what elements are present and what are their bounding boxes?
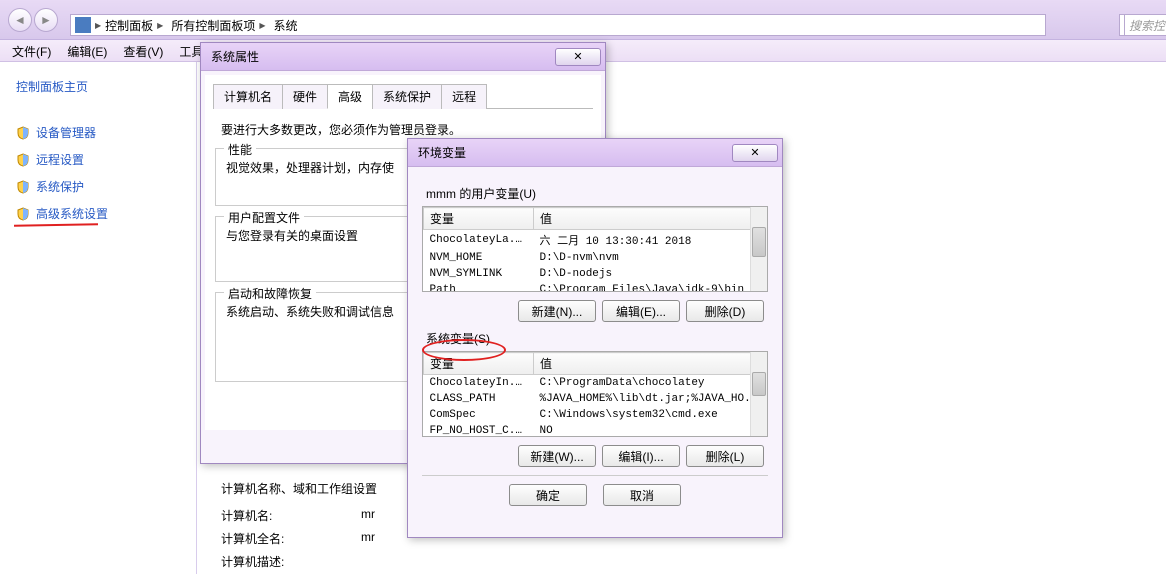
group-title: 启动和故障恢复 — [224, 285, 316, 302]
menu-file[interactable]: 文件(F) — [4, 40, 59, 61]
tab-remote[interactable]: 远程 — [441, 84, 487, 109]
link-system-protection[interactable]: 系统保护 — [0, 173, 196, 200]
panel-title[interactable]: 控制面板主页 — [0, 72, 196, 105]
shield-icon — [16, 207, 30, 221]
table-row[interactable]: ComSpecC:\Windows\system32\cmd.exe — [424, 407, 767, 423]
group-title: 用户配置文件 — [224, 209, 304, 226]
dialog-title-text: 环境变量 — [418, 144, 466, 161]
tab-computer-name[interactable]: 计算机名 — [213, 84, 283, 109]
link-remote-settings[interactable]: 远程设置 — [0, 146, 196, 173]
breadcrumb-seg[interactable]: 系统 — [270, 17, 302, 34]
info-label: 计算机全名: — [221, 530, 361, 547]
shield-icon — [16, 126, 30, 140]
shield-icon — [16, 180, 30, 194]
close-button[interactable]: ✕ — [555, 48, 601, 66]
system-vars-table[interactable]: 变量值 ChocolateyIn...C:\ProgramData\chocol… — [422, 351, 768, 437]
shield-icon — [16, 153, 30, 167]
explorer-titlebar: ◄ ► ▶ 控制面板▶ 所有控制面板项▶ 系统 ▾ ↻ 搜索控 — [0, 0, 1166, 40]
dialog-title-text: 系统属性 — [211, 48, 259, 65]
table-row[interactable]: ChocolateyLa...六 二月 10 13:30:41 2018 — [424, 230, 767, 251]
ok-button[interactable]: 确定 — [509, 484, 587, 506]
scrollbar[interactable] — [750, 207, 767, 291]
cancel-button[interactable]: 取消 — [603, 484, 681, 506]
group-title: 性能 — [224, 141, 256, 158]
edit-system-var-button[interactable]: 编辑(I)... — [602, 445, 680, 467]
control-panel-icon — [75, 17, 91, 33]
delete-system-var-button[interactable]: 删除(L) — [686, 445, 764, 467]
intro-text: 要进行大多数更改，您必须作为管理员登录。 — [213, 119, 593, 138]
scrollbar[interactable] — [750, 352, 767, 436]
table-row[interactable]: PathC:\Program Files\Java\jdk-9\bin — [424, 282, 767, 292]
link-device-manager[interactable]: 设备管理器 — [0, 119, 196, 146]
dialog-titlebar[interactable]: 系统属性 ✕ — [201, 43, 605, 71]
dialog-titlebar[interactable]: 环境变量 ✕ — [408, 139, 782, 167]
table-row[interactable]: FP_NO_HOST_C...NO — [424, 423, 767, 437]
edit-user-var-button[interactable]: 编辑(E)... — [602, 300, 680, 322]
col-value[interactable]: 值 — [534, 208, 767, 230]
tab-advanced[interactable]: 高级 — [327, 84, 373, 109]
tabstrip: 计算机名 硬件 高级 系统保护 远程 — [213, 83, 593, 109]
col-value[interactable]: 值 — [534, 353, 767, 375]
link-advanced-system-settings[interactable]: 高级系统设置 — [0, 200, 196, 227]
breadcrumb[interactable]: ▶ 控制面板▶ 所有控制面板项▶ 系统 — [70, 14, 1046, 36]
search-input[interactable]: 搜索控 — [1124, 14, 1166, 36]
table-row[interactable]: NVM_HOMED:\D-nvm\nvm — [424, 250, 767, 266]
info-row: 计算机描述: — [221, 553, 1142, 570]
user-vars-label: mmm 的用户变量(U) — [426, 185, 764, 202]
menu-view[interactable]: 查看(V) — [115, 40, 171, 61]
left-panel: 控制面板主页 设备管理器 远程设置 系统保护 高级系统设置 — [0, 62, 197, 574]
table-row[interactable]: CLASS_PATH%JAVA_HOME%\lib\dt.jar;%JAVA_H… — [424, 391, 767, 407]
system-vars-label: 系统变量(S) — [426, 330, 764, 347]
nav-back-button[interactable]: ◄ — [8, 8, 32, 32]
info-value: mr — [361, 507, 375, 524]
new-system-var-button[interactable]: 新建(W)... — [518, 445, 596, 467]
col-variable[interactable]: 变量 — [424, 208, 534, 230]
environment-variables-dialog: 环境变量 ✕ mmm 的用户变量(U) 变量值 ChocolateyLa...六… — [407, 138, 783, 538]
breadcrumb-seg[interactable]: 控制面板▶ — [101, 17, 167, 34]
user-vars-table[interactable]: 变量值 ChocolateyLa...六 二月 10 13:30:41 2018… — [422, 206, 768, 292]
breadcrumb-seg[interactable]: 所有控制面板项▶ — [167, 17, 269, 34]
info-label: 计算机描述: — [221, 553, 361, 570]
delete-user-var-button[interactable]: 删除(D) — [686, 300, 764, 322]
close-button[interactable]: ✕ — [732, 144, 778, 162]
info-label: 计算机名: — [221, 507, 361, 524]
info-value: mr — [361, 530, 375, 547]
tab-hardware[interactable]: 硬件 — [282, 84, 328, 109]
table-row[interactable]: ChocolateyIn...C:\ProgramData\chocolatey — [424, 375, 767, 392]
tab-system-protection[interactable]: 系统保护 — [372, 84, 442, 109]
col-variable[interactable]: 变量 — [424, 353, 534, 375]
new-user-var-button[interactable]: 新建(N)... — [518, 300, 596, 322]
table-row[interactable]: NVM_SYMLINKD:\D-nodejs — [424, 266, 767, 282]
annotation-underline — [14, 223, 98, 226]
menu-edit[interactable]: 编辑(E) — [59, 40, 115, 61]
nav-forward-button[interactable]: ► — [34, 8, 58, 32]
